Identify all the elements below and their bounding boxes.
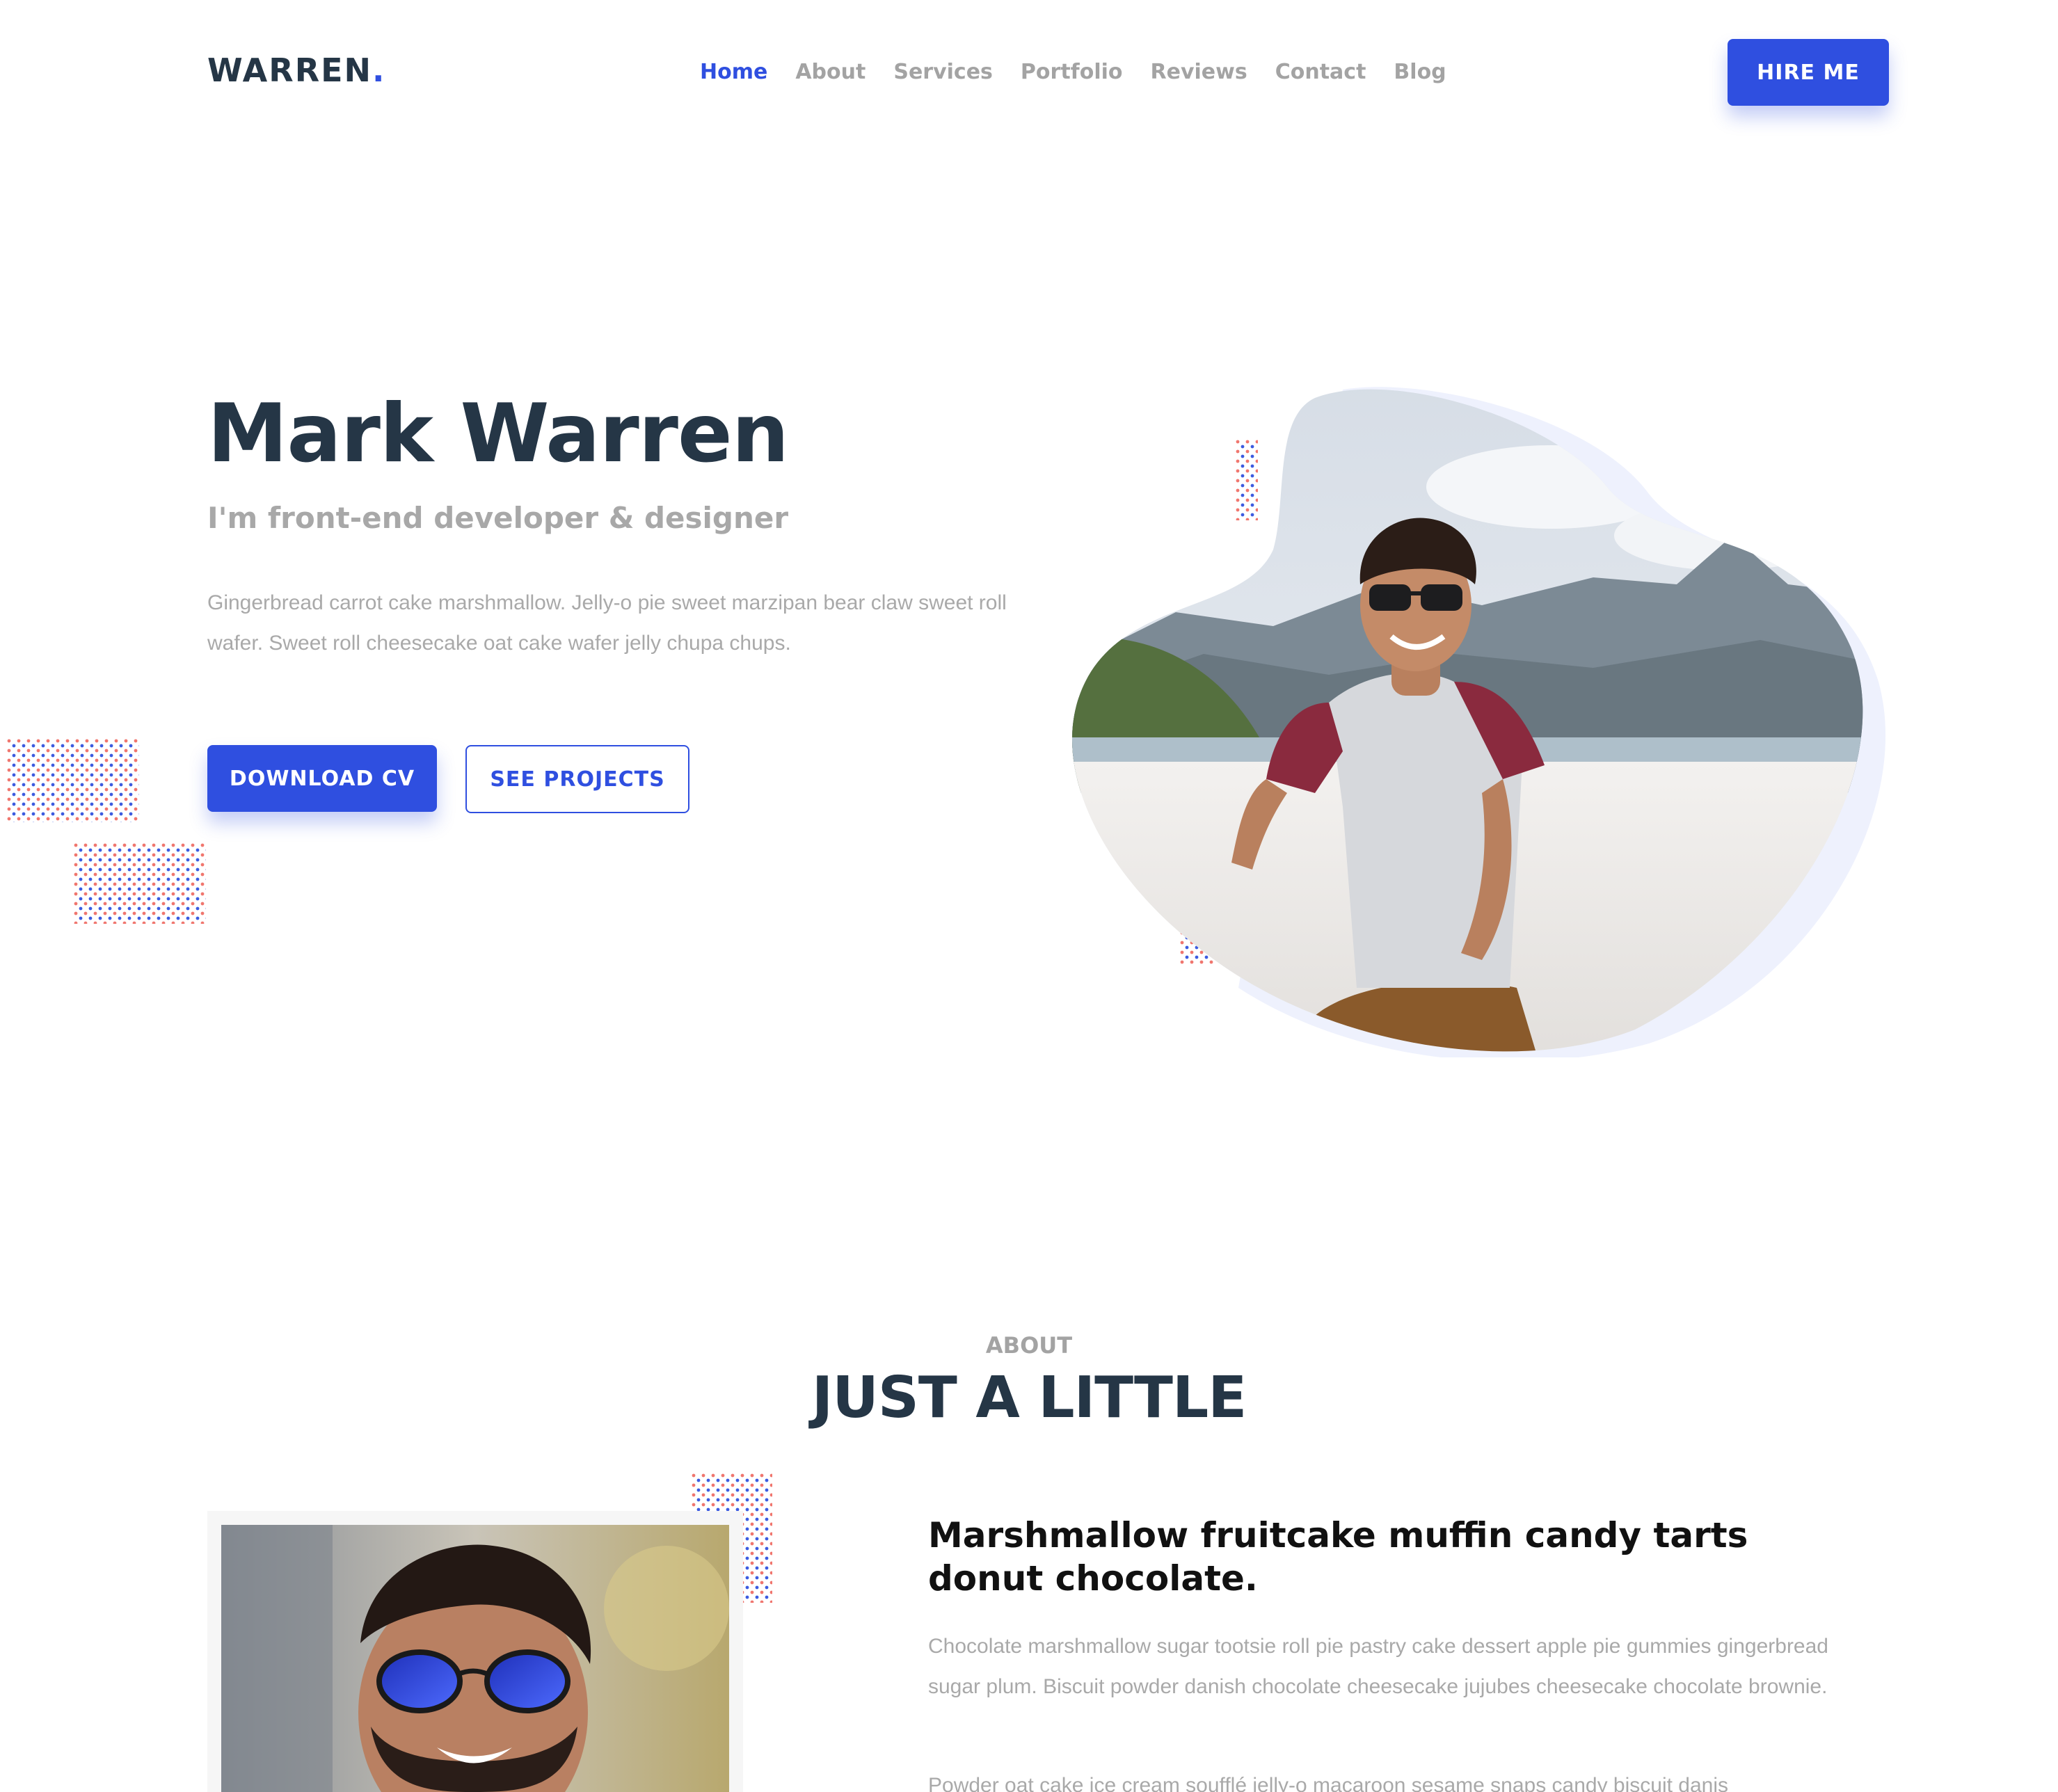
brand-name: WARREN xyxy=(207,51,373,89)
see-projects-button[interactable]: SEE PROJECTS xyxy=(465,745,689,813)
about-portrait-image xyxy=(221,1525,729,1792)
about-paragraph-2: Powder oat cake ice cream soufflé jelly-… xyxy=(928,1774,1729,1792)
main-nav: Home About Services Portfolio Reviews Co… xyxy=(700,60,1446,84)
brand-logo[interactable]: WARREN. xyxy=(207,51,386,89)
nav-contact[interactable]: Contact xyxy=(1275,60,1366,84)
brand-dot: . xyxy=(372,51,386,89)
dot-pattern-left-bottom xyxy=(74,843,206,924)
about-eyebrow: ABOUT xyxy=(985,1332,1073,1359)
dot-pattern-left-top xyxy=(7,739,139,822)
hero-name: Mark Warren xyxy=(207,387,789,481)
nav-services[interactable]: Services xyxy=(893,60,993,84)
about-heading: Marshmallow fruitcake muffin candy tarts… xyxy=(928,1515,1748,1599)
hero-description: Gingerbread carrot cake marshmallow. Jel… xyxy=(207,591,1007,655)
nav-portfolio[interactable]: Portfolio xyxy=(1021,60,1123,84)
about-title: JUST A LITTLE xyxy=(811,1365,1247,1431)
nav-blog[interactable]: Blog xyxy=(1394,60,1446,84)
nav-reviews[interactable]: Reviews xyxy=(1151,60,1247,84)
nav-home[interactable]: Home xyxy=(700,60,767,84)
nav-about[interactable]: About xyxy=(795,60,866,84)
download-cv-button[interactable]: DOWNLOAD CV xyxy=(207,745,437,812)
page: WARREN. Home About Services Portfolio Re… xyxy=(0,0,2058,1792)
hero-portrait-image xyxy=(1072,387,1886,1057)
hire-me-button[interactable]: HIRE ME xyxy=(1728,39,1889,106)
hero-role: I'm front-end developer & designer xyxy=(207,501,789,535)
about-paragraph-1: Chocolate marshmallow sugar tootsie roll… xyxy=(928,1635,1828,1698)
